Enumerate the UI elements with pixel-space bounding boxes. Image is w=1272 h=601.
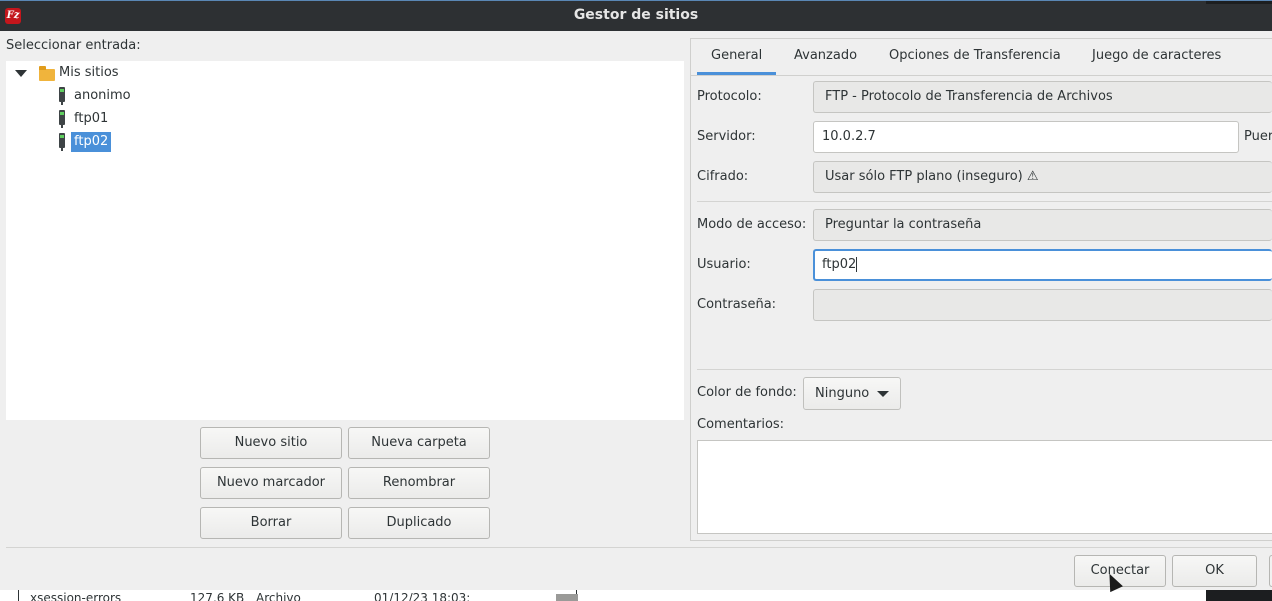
bg-scrollbar-thumb <box>556 594 578 601</box>
new-folder-button[interactable]: Nueva carpeta <box>348 427 490 459</box>
bg-divider <box>18 590 19 601</box>
comments-textarea[interactable] <box>697 440 1272 534</box>
window-title: Gestor de sitios <box>573 7 699 23</box>
tab-bar: General Avanzado Opciones de Transferenc… <box>691 39 1272 76</box>
tab-advanced[interactable]: Avanzado <box>780 39 871 75</box>
server-icon <box>59 87 65 105</box>
bg-file-name: xsession-errors <box>30 591 122 601</box>
tree-expander-icon[interactable] <box>15 70 27 77</box>
background-color-label: Color de fondo: <box>697 385 797 400</box>
site-tree[interactable]: Mis sitios anonimo ftp01 ftp02 <box>6 61 684 420</box>
folder-icon <box>39 66 55 81</box>
encryption-label: Cifrado: <box>697 169 749 184</box>
text-caret <box>856 257 858 272</box>
server-icon <box>59 133 65 151</box>
separator <box>697 369 1272 370</box>
password-input[interactable] <box>813 289 1272 321</box>
new-site-button[interactable]: Nuevo sitio <box>200 427 342 459</box>
comments-label: Comentarios: <box>697 417 785 432</box>
title-bar-accent <box>1206 1 1272 4</box>
duplicate-button[interactable]: Duplicado <box>348 507 490 539</box>
protocol-select[interactable]: FTP - Protocolo de Transferencia de Arch… <box>813 81 1272 113</box>
bg-file-type: Archivo <box>256 591 301 601</box>
user-input-value: ftp02 <box>822 257 857 272</box>
background-color-dropdown[interactable]: Ninguno <box>803 377 901 410</box>
tab-charset[interactable]: Juego de caracteres <box>1078 39 1235 75</box>
logon-type-select[interactable]: Preguntar la contraseña <box>813 209 1272 241</box>
server-input[interactable]: 10.0.2.7 <box>813 121 1239 153</box>
protocol-label: Protocolo: <box>697 89 762 104</box>
title-bar[interactable]: Fz Gestor de sitios <box>0 0 1272 31</box>
delete-button[interactable]: Borrar <box>200 507 342 539</box>
encryption-select[interactable]: Usar sólo FTP plano (inseguro) ⚠ <box>813 161 1272 193</box>
dropdown-arrow-icon <box>877 391 889 397</box>
server-label: Servidor: <box>697 129 756 144</box>
logon-type-label: Modo de acceso: <box>697 217 807 232</box>
select-entry-label: Seleccionar entrada: <box>6 38 141 53</box>
user-label: Usuario: <box>697 257 751 272</box>
footer-separator <box>6 547 1272 548</box>
tab-transfer-options[interactable]: Opciones de Transferencia <box>875 39 1075 75</box>
separator <box>697 201 1272 202</box>
rename-button[interactable]: Renombrar <box>348 467 490 499</box>
background-file-list: xsession-errors 127,6 KB Archivo 01/12/2… <box>0 590 1272 601</box>
tree-item-ftp01[interactable]: ftp01 <box>74 109 108 129</box>
bg-file-size: 127,6 KB <box>190 591 245 601</box>
tree-item-ftp02[interactable]: ftp02 <box>71 132 112 152</box>
password-label: Contraseña: <box>697 297 777 312</box>
user-input[interactable]: ftp02 <box>813 249 1272 281</box>
new-bookmark-button[interactable]: Nuevo marcador <box>200 467 342 499</box>
tab-general[interactable]: General <box>697 39 777 75</box>
port-label: Puer <box>1244 129 1272 144</box>
background-color-value: Ninguno <box>815 386 870 401</box>
tree-root-mis-sitios[interactable]: Mis sitios <box>59 63 119 83</box>
bg-file-date: 01/12/23 18:03: <box>374 591 471 601</box>
ok-button[interactable]: OK <box>1172 555 1257 587</box>
bg-dark-region <box>1206 590 1272 601</box>
tree-item-anonimo[interactable]: anonimo <box>74 86 131 106</box>
server-icon <box>59 110 65 128</box>
